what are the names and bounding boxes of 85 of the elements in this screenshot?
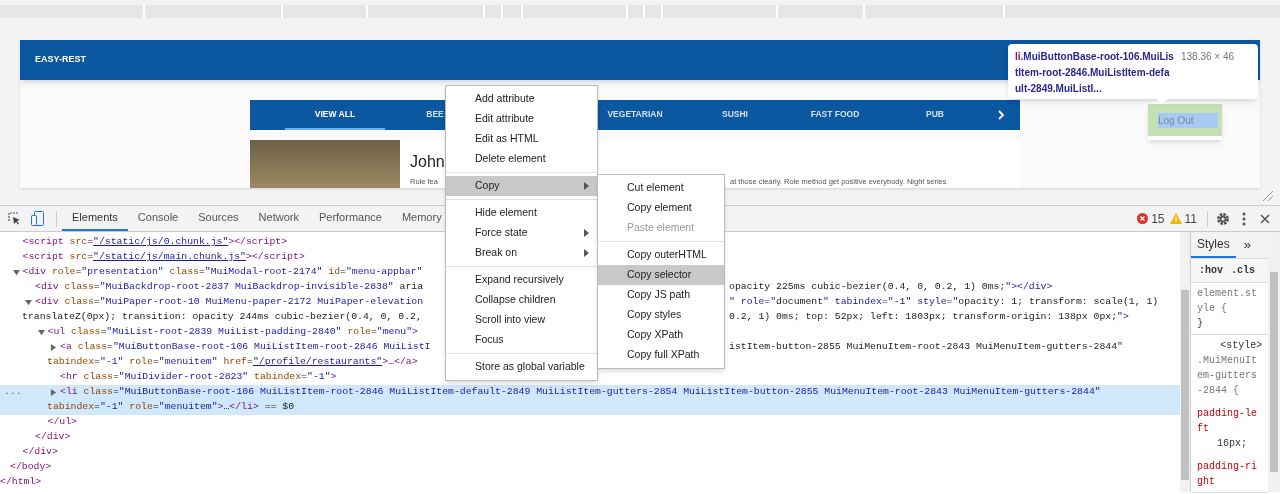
menu-item[interactable]: Edit as HTML [446, 129, 597, 149]
menu-item[interactable]: Store as global variable [446, 357, 597, 377]
code-line: <div class="MuiPaper-root-10 MuiMenu-paper-2172 MuiPaper-elevation [35, 295, 424, 310]
code-line: <a class="MuiButtonBase-root-106 MuiListItem-root-2846 MuiListI [60, 340, 431, 355]
property-name: padding-right [1197, 460, 1258, 489]
code-line: <li class="MuiButtonBase-root-106 MuiListItem-root-2846 MuiListItem-default-2849 MuiListItem-gutters-2854 MuiListItem-button-2855 MuiMenuItem-root-2843 MuiMenuItem-gutters-2844" [60, 385, 1101, 400]
category-tab[interactable]: VIEW ALL [285, 100, 385, 130]
menu-item[interactable]: Copy element [598, 198, 724, 218]
code-line: translateZ(0px); transition: opacity 244ms cubic-bezier(0.4, 0, 0.2, [22, 310, 422, 325]
menu-item[interactable]: Scroll into view [446, 310, 597, 330]
scrollbar[interactable] [1268, 232, 1280, 492]
selected-row[interactable]: ... <li class="MuiButtonBase-root-106 MuiListItem-root-2846 MuiListItem-default-2849 MuiListItem-gutters-2854 MuiListItem-button-2855 MuiMenuItem-root-2843 MuiMenuItem-gutters-2844" [0, 385, 1180, 400]
menu-item[interactable]: Copy XPath [598, 325, 724, 345]
category-tab[interactable]: SUSHI [685, 100, 785, 130]
property-name: padding-left [1197, 407, 1258, 436]
scrollbar[interactable] [1180, 232, 1190, 492]
menu-item[interactable]: Copy selector [598, 265, 724, 285]
inspect-icon[interactable] [8, 212, 21, 225]
collapsed-triangle-icon[interactable] [50, 389, 57, 396]
submenu-arrow-icon [584, 249, 589, 257]
panel-tab[interactable]: Performance [308, 206, 392, 231]
expanded-triangle-icon[interactable] [37, 329, 45, 336]
panel-tab[interactable]: Network [248, 206, 309, 231]
code-line: <hr class="MuiDivider-root-2823" tabindex="-1"> [60, 370, 337, 385]
code-line: <div class="MuiBackdrop-root-2837 MuiBackdrop-invisible-2838" aria [35, 280, 424, 295]
source-link[interactable]: <style> [1220, 338, 1263, 353]
menu-item[interactable]: Copy JS path [598, 285, 724, 305]
expanded-triangle-icon[interactable] [25, 299, 32, 306]
menu-item[interactable]: Cut element [598, 178, 724, 198]
code-line: </body> [10, 460, 52, 475]
code-line: </div> [35, 430, 71, 445]
code-line: <div role="presentation" class="MuiModal-root-2174" id="menu-appbar" [22, 265, 423, 280]
menu-item[interactable]: Copy styles [598, 305, 724, 325]
filter-toggle[interactable]: .cls [1231, 263, 1256, 278]
property-value: 16px; [1216, 437, 1248, 451]
code-line: <script src="/static/js/0.chunk.js"></script> [22, 235, 288, 250]
expanded-triangle-icon[interactable] [12, 269, 20, 276]
chevron-right-icon[interactable] [997, 110, 1005, 120]
category-tab[interactable]: PUB [885, 100, 985, 130]
menu-item[interactable]: Copy full XPath [598, 345, 724, 365]
menu-item[interactable]: Break on [446, 243, 597, 263]
settings-icon[interactable] [1216, 211, 1230, 226]
selected-row[interactable]: tabindex="-1" role="menuitem">…</li> == $0 [0, 400, 1180, 415]
code-line: tabindex="-1" role="menuitem" href="/profile/restaurants">…</a> [47, 355, 418, 370]
code-line: " role="document" tabindex="-1" style="opacity: 1; transform: scale(1, 1) [729, 295, 1159, 310]
code-line: <script src="/static/js/main.chunk.js"></script> [22, 250, 305, 265]
menu-item[interactable]: Copy [446, 176, 597, 196]
collapsed-triangle-icon[interactable] [50, 344, 57, 351]
more-options-icon[interactable] [1242, 211, 1246, 226]
menu-item[interactable]: Focus [446, 330, 597, 350]
code-line: 0.2, 1) 0ms; top: 52px; left: 1803px; transform-origin: 138px 0px;"> [729, 310, 1129, 325]
code-line: tabindex="-1" role="menuitem">…</li> == $0 [47, 400, 295, 415]
code-line: </html> [0, 475, 42, 490]
device-toolbar-icon[interactable] [31, 211, 44, 226]
resize-handle-icon[interactable] [1262, 190, 1274, 202]
code-line: opacity 225ms cubic-bezier(0.4, 0, 0.2, 1) 0ms;"></div> [729, 280, 1053, 295]
code-line: </ul> [47, 415, 77, 430]
submenu-arrow-icon [584, 182, 589, 190]
warning-icon [1169, 213, 1182, 224]
menu-item[interactable]: Delete element [446, 149, 597, 169]
more-tabs-button[interactable]: » [1243, 235, 1251, 255]
error-icon [1137, 213, 1149, 224]
menu-item[interactable]: Copy outerHTML [598, 245, 724, 265]
menu-item[interactable]: Collapse children [446, 290, 597, 310]
panel-tab[interactable]: Elements [62, 206, 128, 231]
filter-toggle[interactable]: :hov [1199, 263, 1223, 278]
error-count[interactable]: 15 [1151, 209, 1165, 228]
brand-name: EASY-REST [35, 53, 86, 67]
close-icon[interactable] [1260, 213, 1270, 224]
submenu-arrow-icon [584, 229, 589, 237]
card-title: John [410, 152, 445, 172]
code-line: istItem-button-2855 MuiMenuItem-root-2843 MuiMenuItem-gutters-2844" [729, 340, 1123, 355]
code-line: </div> [22, 445, 58, 460]
category-tab[interactable]: FAST FOOD [785, 100, 885, 130]
menu-item[interactable]: Expand recursively [446, 270, 597, 290]
panel-tab[interactable]: Console [127, 206, 189, 231]
size-text: 138.36 × 46 [1181, 50, 1235, 64]
rule-brace: } [1197, 317, 1204, 331]
panel-tab[interactable]: Sources [188, 206, 249, 231]
row-menu-indicator[interactable]: ... [4, 385, 22, 400]
rule-selector: element.style { [1197, 287, 1258, 316]
code-line: <ul class="MuiList-root-2839 MuiList-padding-2840" role="menu"> [47, 325, 418, 340]
rule-selector: .MuiMenuItem-gutters-2844 { [1197, 354, 1258, 398]
warning-count[interactable]: 11 [1184, 209, 1197, 228]
selector-text: li.MuiButtonBase-root-106.MuiListItem-root-2846.MuiListItem-default-2849.MuiListI... [1015, 50, 1175, 96]
